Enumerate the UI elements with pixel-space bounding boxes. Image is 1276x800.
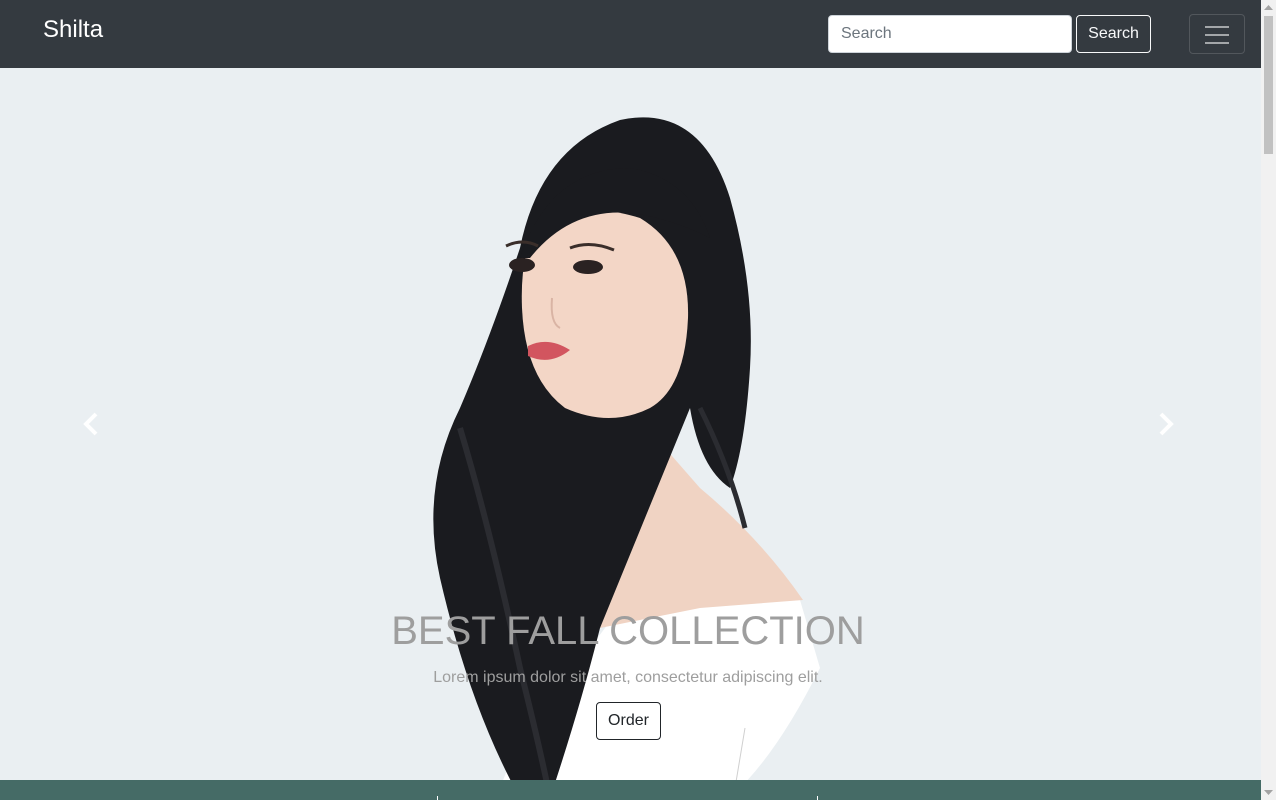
brand-logo[interactable]: Shilta bbox=[43, 16, 103, 44]
carousel-indicator-2[interactable] bbox=[631, 750, 661, 753]
section-band-mark bbox=[817, 796, 818, 800]
scroll-up-icon[interactable] bbox=[1264, 4, 1273, 12]
scrollbar-thumb[interactable] bbox=[1264, 16, 1273, 154]
search-input[interactable] bbox=[828, 15, 1072, 53]
chevron-left-icon bbox=[83, 412, 98, 436]
section-band bbox=[0, 780, 1261, 800]
carousel-caption: BEST FALL COLLECTION Lorem ipsum dolor s… bbox=[330, 606, 926, 690]
search-button[interactable]: Search bbox=[1076, 15, 1151, 53]
carousel-prev-button[interactable] bbox=[76, 408, 106, 440]
chevron-right-icon bbox=[1159, 412, 1174, 436]
hamburger-menu-icon bbox=[1205, 26, 1229, 44]
section-band-mark bbox=[437, 796, 438, 800]
order-button[interactable]: Order bbox=[596, 702, 661, 740]
navbar: Shilta Search bbox=[0, 0, 1261, 68]
hero-carousel: BEST FALL COLLECTION Lorem ipsum dolor s… bbox=[0, 68, 1261, 780]
slide-text: Lorem ipsum dolor sit amet, consectetur … bbox=[433, 669, 823, 686]
slide-title: BEST FALL COLLECTION bbox=[391, 609, 865, 653]
carousel-indicator-1[interactable] bbox=[596, 750, 626, 753]
navbar-toggler-button[interactable] bbox=[1189, 14, 1245, 54]
scroll-down-icon[interactable] bbox=[1264, 788, 1273, 796]
carousel-next-button[interactable] bbox=[1151, 408, 1181, 440]
page-scrollbar[interactable] bbox=[1261, 0, 1276, 800]
